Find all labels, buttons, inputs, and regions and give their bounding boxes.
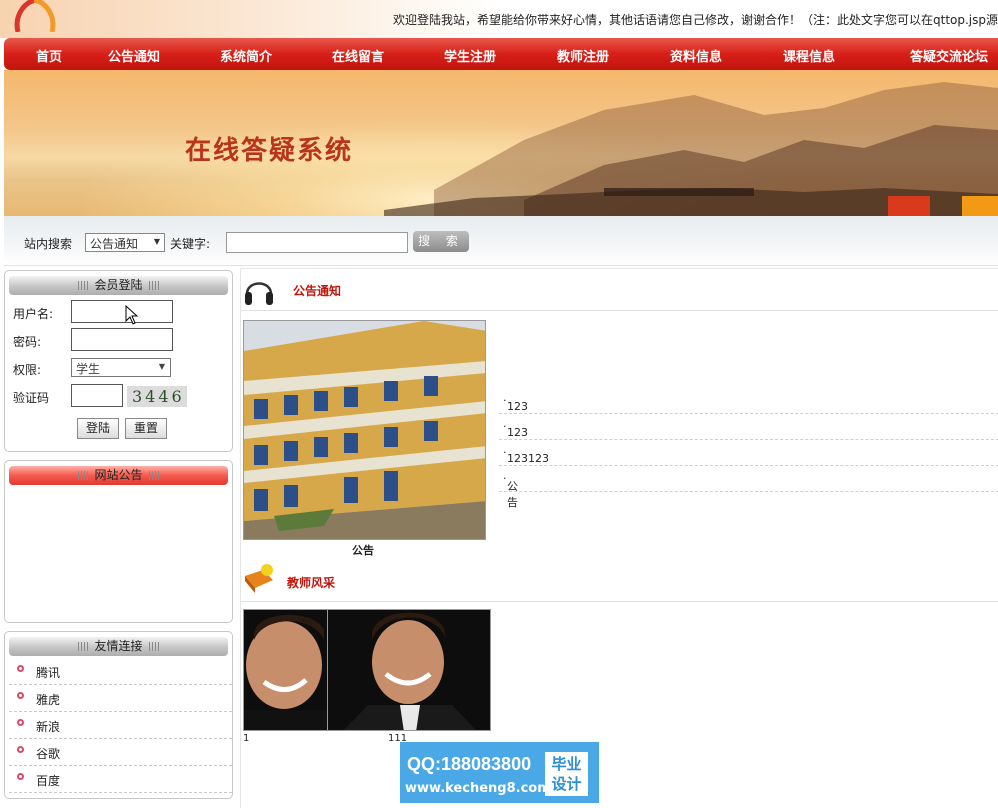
badge-tag: 毕业 设计 (545, 752, 588, 796)
site-notice-header: 网站公告 (9, 466, 228, 485)
bullet-icon (17, 746, 24, 753)
top-bar: 欢迎登陆我站，希望能给你带来好心情，其他话语请您自己修改，谢谢合作！（注：此处文… (0, 0, 998, 38)
role-value: 学生 (76, 362, 101, 376)
divider (241, 310, 998, 311)
divider (241, 601, 998, 602)
bullet-icon (17, 665, 24, 672)
username-label: 用户名: (13, 307, 54, 321)
captcha-label: 验证码 (13, 391, 50, 405)
badge-tag-line: 毕业 (551, 755, 582, 773)
chevron-down-icon: ▼ (153, 237, 160, 246)
links-title: 友情连接 (94, 639, 143, 653)
banner-mountains (384, 82, 998, 216)
site-logo (14, 0, 56, 32)
grip-icon (148, 642, 159, 651)
book-icon (245, 564, 273, 593)
grip-icon (148, 281, 159, 290)
badge-qq: QQ:188083800 (407, 754, 532, 774)
site-notice-title: 网站公告 (94, 468, 143, 482)
login-panel-header: 会员登陆 (9, 276, 228, 295)
link-label[interactable]: 百度 (36, 772, 60, 789)
link-item[interactable]: 新浪 (9, 712, 232, 739)
teacher-caption: 1 (243, 733, 250, 744)
search-category-value: 公告通知 (90, 237, 139, 251)
link-label[interactable]: 腾讯 (36, 664, 60, 681)
nav-teacher-register[interactable]: 教师注册 (557, 46, 609, 65)
announcement-text[interactable]: · 123123 (503, 446, 549, 465)
main-content: 公告通知 公告 · 123 · 123 · 123123 · 公告 教师风采 1… (240, 268, 998, 808)
reset-button[interactable]: 重置 (125, 418, 167, 439)
search-button[interactable]: 搜 索 (413, 231, 469, 252)
captcha-image[interactable]: 3446 (127, 386, 187, 407)
search-label: 站内搜索 (24, 237, 73, 251)
link-item[interactable]: 百度 (9, 766, 232, 793)
links-header: 友情连接 (9, 637, 228, 656)
search-bar: 站内搜索 公告通知 ▼ 关键字: 搜 索 (4, 216, 998, 266)
nav-home[interactable]: 首页 (36, 46, 62, 65)
nav-messages[interactable]: 在线留言 (332, 46, 384, 65)
login-button[interactable]: 登陆 (77, 418, 119, 439)
role-label: 权限: (13, 363, 42, 377)
link-label[interactable]: 谷歌 (36, 745, 60, 762)
announcement-text[interactable]: · 123 (503, 394, 528, 413)
announcement-text[interactable]: · 公告 (503, 472, 518, 509)
badge-url: www.kecheng8.com (405, 781, 551, 796)
welcome-message: 欢迎登陆我站，希望能给你带来好心情，其他话语请您自己修改，谢谢合作！（注：此处文… (393, 13, 998, 27)
link-item[interactable]: 雅虎 (9, 685, 232, 712)
login-title: 会员登陆 (94, 278, 143, 292)
banner: 在线答疑系统 (4, 70, 998, 216)
announcement-item[interactable]: · 123 (499, 414, 998, 440)
grip-icon (78, 281, 89, 290)
announcements-title: 公告通知 (293, 284, 342, 298)
nav-announcements[interactable]: 公告通知 (108, 46, 160, 65)
grip-icon (78, 471, 89, 480)
bullet-icon (17, 773, 24, 780)
qq-badge: QQ:188083800 www.kecheng8.com 毕业 设计 (400, 742, 599, 803)
links-panel: 友情连接 腾讯 雅虎 新浪 谷歌 百度 (4, 631, 233, 799)
badge-tag-line: 设计 (551, 775, 582, 793)
nav-forum[interactable]: 答疑交流论坛 (910, 46, 988, 65)
nav-about[interactable]: 系统简介 (220, 46, 272, 65)
announcement-item[interactable]: · 123123 (499, 440, 998, 466)
password-label: 密码: (13, 335, 42, 349)
announcement-photo[interactable] (243, 320, 486, 540)
headphones-icon (245, 282, 273, 305)
username-input[interactable] (71, 300, 173, 323)
bullet-icon (17, 719, 24, 726)
banner-title: 在线答疑系统 (185, 136, 354, 166)
main-nav: 首页 公告通知 系统简介 在线留言 学生注册 教师注册 资料信息 课程信息 答疑… (4, 38, 998, 70)
announcement-item[interactable]: · 公告 (499, 466, 998, 509)
announcement-photo-caption: 公告 (352, 544, 374, 557)
search-category-select[interactable]: 公告通知 ▼ (85, 233, 165, 252)
captcha-input[interactable] (71, 384, 123, 407)
chevron-down-icon: ▼ (158, 362, 165, 371)
nav-courses[interactable]: 课程信息 (783, 46, 835, 65)
link-item[interactable]: 腾讯 (9, 658, 232, 685)
bullet-icon (17, 692, 24, 699)
teacher-photo[interactable] (243, 609, 329, 731)
announcement-text[interactable]: · 123 (503, 420, 528, 439)
nav-student-register[interactable]: 学生注册 (444, 46, 496, 65)
mouse-cursor-icon (125, 305, 139, 325)
grip-icon (78, 642, 89, 651)
search-input[interactable] (226, 232, 408, 253)
link-label[interactable]: 新浪 (36, 718, 60, 735)
password-input[interactable] (71, 328, 173, 351)
role-select[interactable]: 学生 ▼ (71, 358, 171, 377)
grip-icon (148, 471, 159, 480)
teachers-title: 教师风采 (287, 576, 336, 590)
keyword-label: 关键字: (170, 237, 211, 251)
link-label[interactable]: 雅虎 (36, 691, 60, 708)
login-panel: 会员登陆 用户名: 密码: 权限: 学生 ▼ 验证码 3446 登陆 重置 (4, 270, 233, 452)
announcement-item[interactable]: · 123 (499, 388, 998, 414)
nav-resources[interactable]: 资料信息 (670, 46, 722, 65)
site-notice-panel: 网站公告 (4, 460, 233, 623)
teacher-photo[interactable] (327, 609, 491, 731)
link-item[interactable]: 谷歌 (9, 739, 232, 766)
